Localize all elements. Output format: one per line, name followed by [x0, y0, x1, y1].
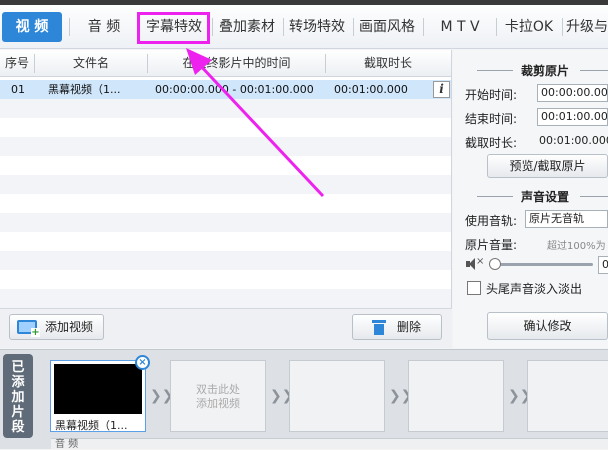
volume-hint: 超过100%为 — [547, 241, 606, 252]
volume-label: 原片音量: — [465, 238, 518, 252]
cell-index: 01 — [11, 83, 25, 96]
add-video-label: 添加视频 — [45, 320, 94, 334]
start-time-label: 开始时间: — [465, 88, 518, 102]
chevron-right-icon: ❯❯ — [508, 388, 532, 404]
properties-panel: 裁剪原片 开始时间: 00:00:00.00 结束时间: 00:01:00.00… — [453, 50, 608, 348]
speaker-mute-icon: × — [466, 256, 484, 270]
tab-upgrade[interactable]: 升级与 — [566, 12, 608, 42]
chevron-right-icon: ❯❯ — [389, 388, 413, 404]
start-time-field[interactable]: 00:00:00.00 — [537, 84, 608, 102]
empty-slot[interactable] — [289, 360, 385, 432]
empty-slot[interactable] — [527, 360, 608, 432]
table-row — [0, 213, 451, 232]
clip-name: 黑幕视频（1... — [55, 419, 128, 432]
table-row — [0, 194, 451, 213]
tab-picture-style[interactable]: 画面风格 — [354, 12, 420, 42]
tab-transition-effects[interactable]: 转场特效 — [284, 12, 350, 42]
volume-value-field[interactable]: 0 — [598, 256, 608, 274]
header-time[interactable]: 在最终影片中的时间 — [148, 50, 325, 77]
confirm-button[interactable]: 确认修改 — [487, 312, 608, 340]
clip-timeline: 已添加片段 黑幕视频（1... ❯❯ 双击此处 添加视频 ❯❯ ❯❯ ❯❯ — [0, 349, 608, 449]
crop-section-title: 裁剪原片 — [521, 64, 570, 78]
tab-divider — [423, 18, 424, 36]
list-toolbar: + 添加视频 删除 — [0, 308, 452, 348]
table-row — [0, 232, 451, 251]
delete-label: 删除 — [397, 320, 422, 334]
film-add-icon: + — [17, 320, 40, 338]
header-index[interactable]: 序号 — [0, 50, 34, 77]
table-row — [0, 175, 451, 194]
tab-video[interactable]: 视 频 — [2, 12, 62, 42]
tab-divider — [496, 18, 497, 36]
add-video-slot[interactable]: 双击此处 添加视频 — [170, 360, 266, 432]
info-icon[interactable]: i — [433, 81, 450, 98]
audio-track-select[interactable]: 原片无音轨 — [525, 210, 608, 228]
header-duration[interactable]: 截取时长 — [326, 50, 450, 77]
chevron-right-icon: ❯❯ — [270, 388, 294, 404]
table-row — [0, 118, 451, 137]
table-header: 序号 文件名 在最终影片中的时间 截取时长 — [0, 50, 451, 77]
trash-icon — [372, 320, 386, 335]
tab-karaoke[interactable]: 卡拉OK — [500, 12, 558, 42]
clip-length-value: 00:01:00.000 — [539, 134, 608, 147]
tab-divider — [212, 18, 213, 36]
audio-track-label: 使用音轨: — [465, 214, 518, 228]
end-time-label: 结束时间: — [465, 112, 518, 126]
section-divider — [580, 196, 608, 197]
cell-time: 00:00:00.000 - 00:01:00.000 — [155, 83, 314, 96]
delete-button[interactable]: 删除 — [352, 314, 442, 340]
tab-divider — [69, 18, 70, 36]
end-time-field[interactable]: 00:01:00.00 — [537, 108, 608, 126]
clip-slot[interactable]: 黑幕视频（1... — [50, 360, 146, 432]
add-slot-hint-line1: 双击此处 — [196, 383, 240, 396]
tab-mtv[interactable]: M T V — [428, 12, 492, 42]
section-divider — [477, 70, 513, 71]
tab-overlay-material[interactable]: 叠加素材 — [214, 12, 280, 42]
fade-checkbox[interactable] — [467, 281, 481, 295]
table-row — [0, 289, 451, 308]
tab-divider — [562, 18, 563, 36]
audio-track-bar: 音 频 — [51, 438, 608, 450]
added-clips-label: 已添加片段 — [11, 360, 25, 435]
section-divider — [477, 196, 513, 197]
table-row — [0, 99, 451, 118]
added-clips-tab[interactable]: 已添加片段 — [3, 354, 33, 438]
remove-clip-icon[interactable]: × — [135, 355, 150, 370]
fade-label: 头尾声音淡入淡出 — [486, 282, 583, 296]
highlight-box — [137, 12, 210, 44]
clip-thumbnail — [54, 364, 142, 414]
cell-filename: 黑幕视频（1... — [48, 83, 121, 96]
table-row — [0, 270, 451, 289]
table-row — [0, 251, 451, 270]
volume-slider[interactable] — [489, 263, 593, 266]
chevron-right-icon: ❯❯ — [150, 388, 174, 404]
empty-slot[interactable] — [408, 360, 504, 432]
section-divider — [580, 70, 608, 71]
tab-audio[interactable]: 音 频 — [76, 12, 132, 42]
add-video-button[interactable]: + 添加视频 — [9, 314, 104, 340]
preview-crop-button[interactable]: 预览/截取原片 — [487, 154, 608, 178]
sound-section-title: 声音设置 — [521, 190, 570, 204]
clip-length-label: 截取时长: — [465, 136, 518, 150]
add-slot-hint-line2: 添加视频 — [196, 397, 240, 410]
title-strip — [0, 0, 608, 5]
cell-duration: 00:01:00.000 — [334, 83, 408, 96]
table-row — [0, 156, 451, 175]
table-row[interactable]: 01 黑幕视频（1... 00:00:00.000 - 00:01:00.000… — [0, 80, 451, 99]
header-filename[interactable]: 文件名 — [35, 50, 147, 77]
volume-slider-thumb[interactable] — [489, 258, 501, 270]
file-list-table: 序号 文件名 在最终影片中的时间 截取时长 01 黑幕视频（1... 00:00… — [0, 50, 452, 308]
main-tab-bar: 视 频 音 频 字幕特效 叠加素材 转场特效 画面风格 M T V 卡拉OK 升… — [0, 0, 608, 49]
table-row — [0, 137, 451, 156]
